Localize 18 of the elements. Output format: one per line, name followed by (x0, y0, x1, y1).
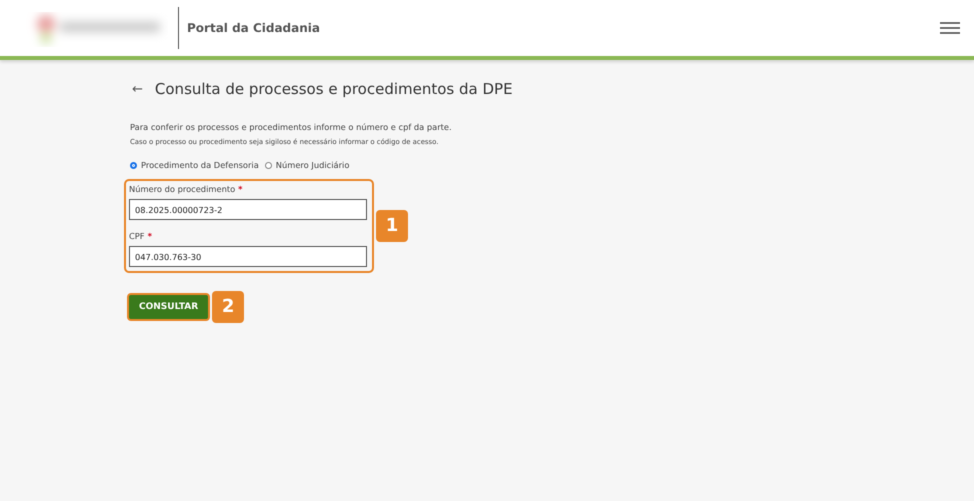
required-mark: * (238, 184, 243, 194)
radio-label[interactable]: Número Judiciário (276, 160, 350, 170)
field-label: CPF (129, 231, 145, 241)
step-badge: 1 (376, 210, 408, 242)
radio-label[interactable]: Procedimento da Defensoria (141, 160, 259, 170)
consult-button[interactable]: CONSULTAR (127, 293, 210, 321)
page-title: Consulta de processos e procedimentos da DPE (154, 80, 513, 98)
field-label: Número do procedimento (129, 184, 236, 194)
intro-text: Para conferir os processos e procedimentos informe o número e cpf da parte. (130, 122, 453, 132)
input-field[interactable]: 08.2025.00000723-2 (129, 199, 367, 220)
portal-title: Portal da Cidadania (187, 21, 320, 35)
radio-button[interactable] (130, 162, 137, 168)
back-arrow[interactable]: ← (132, 82, 143, 96)
input-field[interactable]: 047.030.763-30 (129, 246, 367, 267)
required-mark: * (148, 231, 152, 241)
menu-icon[interactable] (940, 22, 960, 34)
step-badge: 2 (212, 291, 244, 323)
radio-button[interactable] (264, 162, 272, 168)
